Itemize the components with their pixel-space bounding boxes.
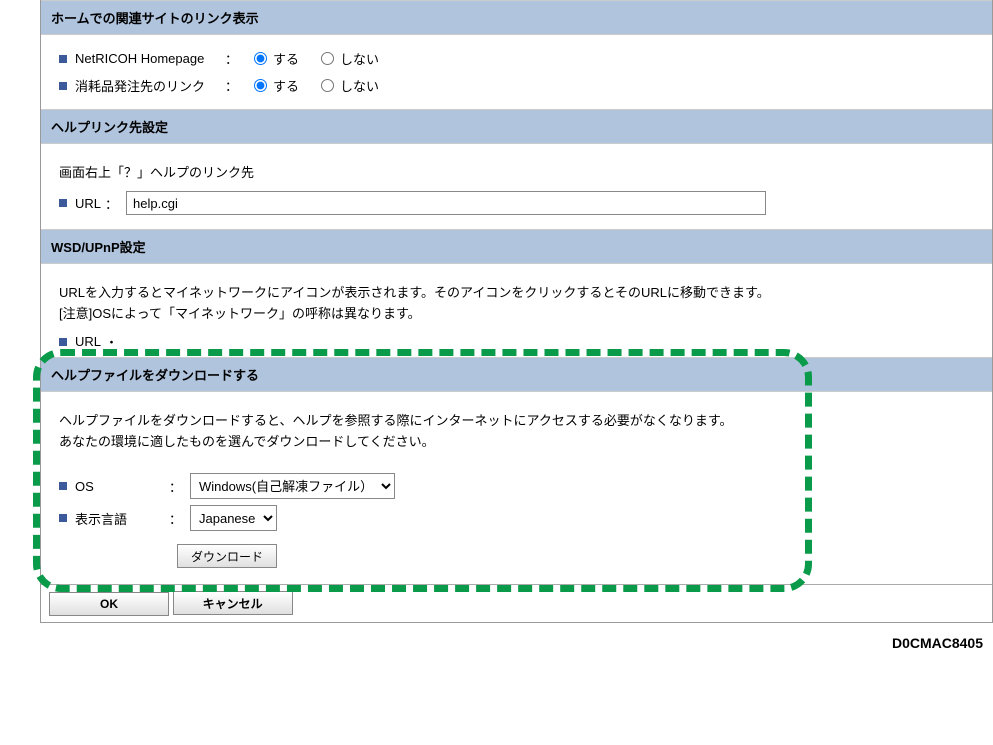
- label-netricoh: NetRICOH Homepage: [75, 51, 225, 66]
- label-url: URL: [75, 196, 101, 211]
- label-wsd-url: URL: [75, 334, 101, 349]
- bullet-icon: [59, 514, 67, 522]
- download-button[interactable]: ダウンロード: [177, 544, 277, 568]
- label-lang: 表示言語: [75, 509, 127, 528]
- wsd-desc2: [注意]OSによって「マイネットワーク」の呼称は異なります。: [59, 303, 974, 322]
- radio-label-consumables-no[interactable]: しない: [340, 76, 379, 95]
- select-os[interactable]: Windows(自己解凍ファイル）: [190, 473, 395, 499]
- radio-netricoh-no[interactable]: [321, 52, 334, 65]
- label-os: OS: [75, 479, 94, 494]
- bullet-icon: [59, 82, 67, 90]
- radio-consumables-yes[interactable]: [254, 79, 267, 92]
- footer-button-row: OK キャンセル: [41, 584, 992, 622]
- field-row-consumables: 消耗品発注先のリンク ： する しない: [59, 72, 974, 99]
- radio-label-netricoh-yes[interactable]: する: [273, 49, 299, 68]
- cancel-button[interactable]: キャンセル: [173, 591, 293, 615]
- radio-label-netricoh-no[interactable]: しない: [340, 49, 379, 68]
- bullet-icon: [59, 482, 67, 490]
- section-content-help-link: 画面右上「？」ヘルプのリンク先 URL ：: [41, 144, 992, 229]
- section-header-help-link: ヘルプリンク先設定: [41, 109, 992, 144]
- section-content-wsd-upnp: URLを入力するとマイネットワークにアイコンが表示されます。そのアイコンをクリッ…: [41, 264, 992, 355]
- bullet-icon: [59, 199, 67, 207]
- field-row-lang: 表示言語 ： Japanese: [59, 502, 974, 534]
- help-link-desc: 画面右上「？」ヘルプのリンク先: [59, 162, 974, 181]
- section-header-help-download: ヘルプファイルをダウンロードする: [41, 357, 992, 392]
- field-row-help-url: URL ：: [59, 187, 974, 219]
- field-row-wsd-url-partial: URL ・: [59, 328, 974, 355]
- section-content-help-download: ヘルプファイルをダウンロードすると、ヘルプを参照する際にインターネットにアクセス…: [41, 392, 992, 584]
- section-header-wsd-upnp: WSD/UPnP設定: [41, 229, 992, 264]
- section-content-home-links: NetRICOH Homepage ： する しない 消耗品発注先のリンク ： …: [41, 35, 992, 109]
- select-lang[interactable]: Japanese: [190, 505, 277, 531]
- radio-consumables-no[interactable]: [321, 79, 334, 92]
- help-download-desc1: ヘルプファイルをダウンロードすると、ヘルプを参照する際にインターネットにアクセス…: [59, 410, 974, 429]
- radio-netricoh-yes[interactable]: [254, 52, 267, 65]
- highlighted-section: ヘルプファイルをダウンロードする ヘルプファイルをダウンロードすると、ヘルプを参…: [41, 357, 992, 584]
- field-row-netricoh: NetRICOH Homepage ： する しない: [59, 45, 974, 72]
- radio-label-consumables-yes[interactable]: する: [273, 76, 299, 95]
- settings-panel: ホームでの関連サイトのリンク表示 NetRICOH Homepage ： する …: [40, 0, 993, 623]
- wsd-desc1: URLを入力するとマイネットワークにアイコンが表示されます。そのアイコンをクリッ…: [59, 282, 974, 301]
- field-row-os: OS ： Windows(自己解凍ファイル）: [59, 470, 974, 502]
- ok-button[interactable]: OK: [49, 592, 169, 616]
- help-download-desc2: あなたの環境に適したものを選んでダウンロードしてください。: [59, 431, 974, 450]
- input-help-url[interactable]: [126, 191, 766, 215]
- bullet-icon: [59, 55, 67, 63]
- download-button-row: ダウンロード: [59, 534, 974, 574]
- bullet-icon: [59, 338, 67, 346]
- label-consumables: 消耗品発注先のリンク: [75, 76, 225, 95]
- section-header-home-links: ホームでの関連サイトのリンク表示: [41, 0, 992, 35]
- footer-code: D0CMAC8405: [0, 623, 993, 651]
